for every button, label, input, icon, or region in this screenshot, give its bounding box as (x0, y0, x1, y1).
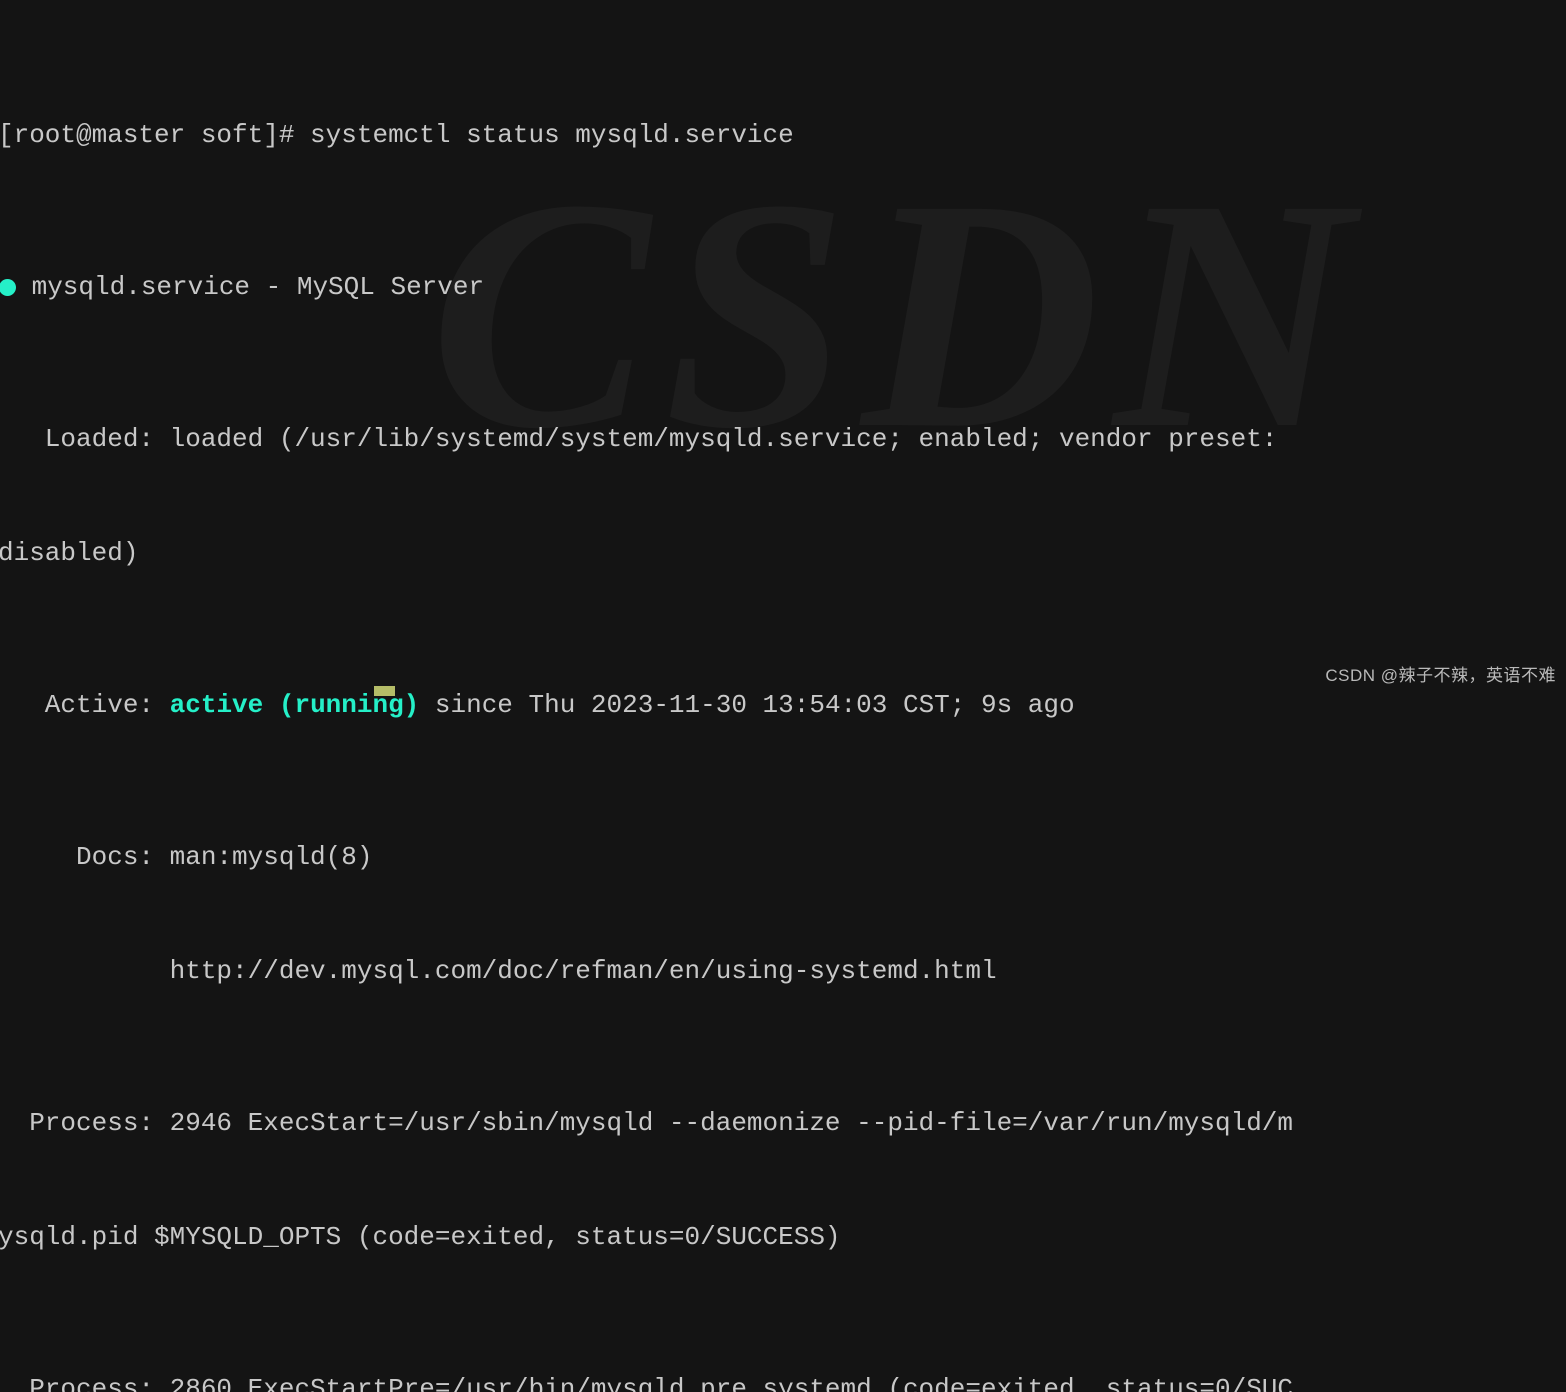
unit-name-text: mysqld.service - MySQL Server (16, 272, 485, 302)
terminal-line-loaded-1: Loaded: loaded (/usr/lib/systemd/system/… (0, 424, 1278, 454)
terminal-line-process-1a: Process: 2946 ExecStart=/usr/sbin/mysqld… (0, 1108, 1294, 1138)
terminal-cursor (374, 686, 395, 696)
terminal-line-process-2a: Process: 2860 ExecStartPre=/usr/bin/mysq… (0, 1374, 1294, 1392)
active-since-text: since Thu 2023-11-30 13:54:03 CST; 9s ag… (419, 690, 1075, 720)
terminal-line-prompt: [root@master soft]# systemctl status mys… (0, 120, 794, 150)
active-label: Active: (0, 690, 170, 720)
terminal-line-docs-2: http://dev.mysql.com/doc/refman/en/using… (0, 956, 997, 986)
terminal-line-process-1b: ysqld.pid $MYSQLD_OPTS (code=exited, sta… (0, 1222, 841, 1252)
csdn-credit-watermark: CSDN @辣子不辣，英语不难 (1325, 666, 1556, 685)
terminal-line-docs-1: Docs: man:mysqld(8) (0, 842, 373, 872)
terminal-line-unit: mysqld.service - MySQL Server (0, 268, 1566, 306)
terminal-line-loaded-2: disabled) (0, 538, 139, 568)
status-active-dot-icon (0, 278, 16, 296)
terminal-line-active: Active: active (running) since Thu 2023-… (0, 686, 1566, 724)
terminal-output[interactable]: [root@master soft]# systemctl status mys… (0, 0, 1566, 1392)
